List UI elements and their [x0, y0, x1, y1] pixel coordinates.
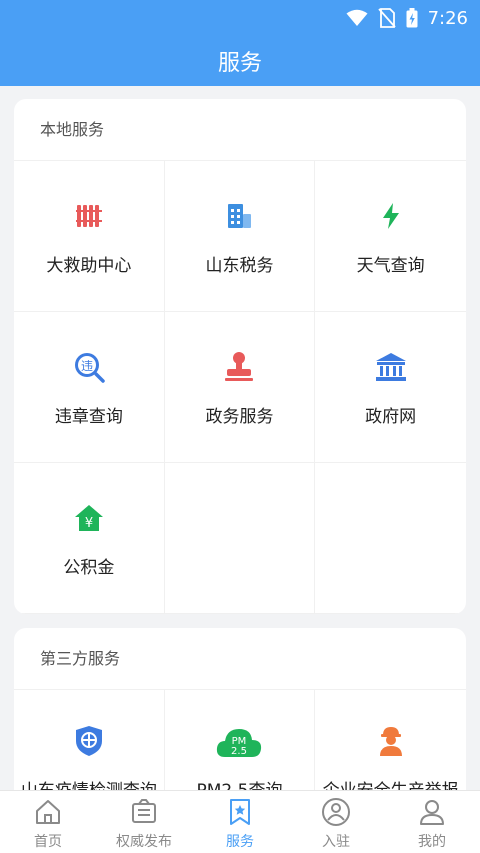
stamp-icon — [222, 350, 256, 384]
tab-label: 首页 — [34, 834, 62, 850]
tab-label: 我的 — [418, 834, 446, 850]
building-icon — [222, 199, 256, 233]
radiator-icon — [72, 199, 106, 233]
tab-label: 入驻 — [322, 834, 350, 850]
bottom-tab-bar: 首页 权威发布 服务 入驻 我的 — [0, 790, 480, 853]
tab-label: 服务 — [226, 834, 254, 850]
service-item-pm25-query[interactable]: PM2.5 PM2.5查询 — [165, 690, 316, 790]
service-label: 公积金 — [63, 558, 115, 578]
service-label: 企业安全生产举报 — [323, 776, 459, 790]
shield-icon — [72, 724, 106, 758]
lightning-icon — [374, 199, 408, 233]
service-label: 山东税务 — [205, 256, 274, 276]
service-item-weather[interactable]: 天气查询 — [315, 161, 466, 312]
service-item-safety-report[interactable]: 企业安全生产举报 — [315, 690, 466, 790]
service-item-epidemic-test-query[interactable]: 山东疫情检测查询 — [14, 690, 165, 790]
government-building-icon — [374, 350, 408, 384]
svg-text:¥: ¥ — [85, 516, 93, 531]
news-icon — [129, 797, 159, 827]
no-sim-icon — [377, 8, 396, 28]
worker-icon — [374, 724, 408, 758]
tab-settle-in[interactable]: 入驻 — [288, 791, 384, 853]
third-party-services-card: 第三方服务 山东疫情检测查询 PM2.5 PM2.5查询 企业安全生产举报 — [14, 628, 466, 790]
service-item-violation-query[interactable]: 违 违章查询 — [14, 312, 165, 463]
tab-mine[interactable]: 我的 — [384, 791, 480, 853]
service-item-shandong-tax[interactable]: 山东税务 — [164, 161, 316, 312]
svg-text:2.5: 2.5 — [232, 746, 248, 757]
service-label: 山东疫情检测查询 — [21, 776, 157, 790]
service-label: PM2.5查询 — [197, 776, 283, 790]
wifi-icon — [346, 9, 368, 26]
battery-icon — [406, 8, 418, 28]
service-label: 违章查询 — [54, 407, 123, 427]
status-bar: 7:26 — [0, 0, 480, 36]
pm25-cloud-icon: PM 2.5 — [215, 724, 263, 758]
empty-cell — [164, 463, 316, 614]
page-title: 服务 — [0, 36, 480, 86]
tab-label: 权威发布 — [116, 834, 172, 850]
home-icon — [33, 797, 63, 827]
service-bookmark-icon — [225, 797, 255, 827]
service-content[interactable]: 本地服务 大救助中心 山东税务 天气查询 违 违章查询 政务服务 政府网 ¥ 公… — [0, 86, 480, 790]
service-label: 政务服务 — [205, 407, 274, 427]
service-item-government-website[interactable]: 政府网 — [315, 312, 466, 463]
service-item-housing-fund[interactable]: ¥ 公积金 — [14, 463, 165, 614]
settle-icon — [321, 797, 351, 827]
local-services-card: 本地服务 大救助中心 山东税务 天气查询 违 违章查询 政务服务 政府网 ¥ 公… — [14, 99, 466, 614]
empty-cell — [315, 463, 466, 614]
service-label: 政府网 — [365, 407, 417, 427]
service-label: 天气查询 — [356, 256, 425, 276]
tab-authoritative-release[interactable]: 权威发布 — [96, 791, 192, 853]
tab-services[interactable]: 服务 — [192, 791, 288, 853]
user-icon — [417, 797, 447, 827]
status-time: 7:26 — [427, 7, 468, 29]
third-party-services-title: 第三方服务 — [14, 628, 466, 690]
violation-search-icon: 违 — [72, 350, 106, 384]
service-item-government-services[interactable]: 政务服务 — [164, 312, 316, 463]
house-yuan-icon: ¥ — [72, 501, 106, 535]
svg-text:违: 违 — [81, 359, 93, 373]
local-services-title: 本地服务 — [14, 99, 466, 161]
service-item-rescue-center[interactable]: 大救助中心 — [14, 161, 165, 312]
tab-home[interactable]: 首页 — [0, 791, 96, 853]
service-label: 大救助中心 — [46, 256, 132, 276]
